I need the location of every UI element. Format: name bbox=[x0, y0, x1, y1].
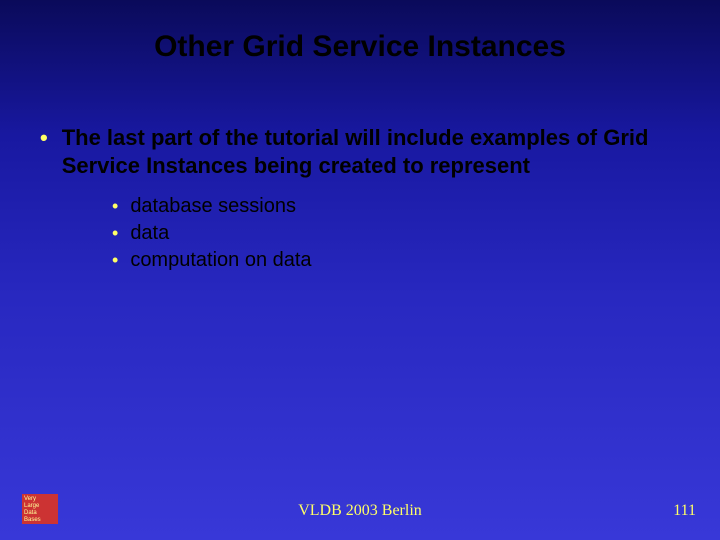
slide-title: Other Grid Service Instances bbox=[0, 0, 720, 74]
bullet-icon: • bbox=[40, 124, 48, 152]
page-number: 111 bbox=[673, 502, 696, 520]
bullet-icon: • bbox=[112, 247, 118, 274]
sub-bullet-text: computation on data bbox=[130, 247, 311, 274]
sub-bullet-list: • database sessions • data • computation… bbox=[40, 193, 680, 274]
sub-bullet: • data bbox=[112, 220, 680, 247]
sub-bullet-text: data bbox=[130, 220, 169, 247]
slide-footer: Very Large Data Bases VLDB 2003 Berlin 1… bbox=[0, 492, 720, 524]
sub-bullet: • database sessions bbox=[112, 193, 680, 220]
bullet-icon: • bbox=[112, 220, 118, 247]
bullet-icon: • bbox=[112, 193, 118, 220]
main-bullet: • The last part of the tutorial will inc… bbox=[40, 124, 680, 179]
slide-content: • The last part of the tutorial will inc… bbox=[0, 74, 720, 274]
footer-center-text: VLDB 2003 Berlin bbox=[0, 502, 720, 520]
main-bullet-text: The last part of the tutorial will inclu… bbox=[62, 124, 680, 179]
sub-bullet-text: database sessions bbox=[130, 193, 296, 220]
sub-bullet: • computation on data bbox=[112, 247, 680, 274]
